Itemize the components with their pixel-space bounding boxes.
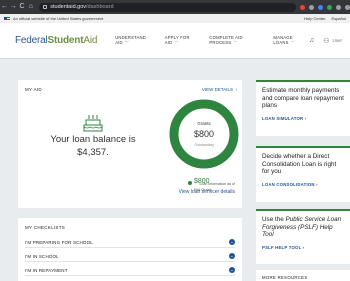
checklist-item[interactable]: I'M IN SCHOOL ⌄ — [25, 251, 235, 262]
notifications-bell-icon[interactable]: ♫ — [309, 37, 314, 44]
nav-apply-for-aid[interactable]: APPLY FOR AID ﹀ — [165, 35, 199, 46]
pslf-card: Use the Public Service Loan Forgiveness … — [256, 209, 350, 264]
nav-understand-aid[interactable]: UNDERSTAND AID ﹀ — [115, 35, 154, 46]
my-aid-card: MY AID VIEW DETAILS › Your loan balance … — [18, 80, 242, 208]
url-host: studentaid.gov — [50, 4, 87, 10]
my-aid-title: MY AID — [25, 87, 42, 92]
site-header: FederalStudentAid UNDERSTAND AID ﹀ APPLY … — [0, 23, 350, 59]
pslf-link[interactable]: PSLF HELP TOOL › — [262, 245, 344, 250]
user-icon: ⚇ — [323, 37, 330, 45]
reload-button[interactable]: C — [18, 0, 27, 14]
more-resources-title: MORE RESOURCES — [262, 275, 308, 280]
extension-icon[interactable] — [317, 4, 323, 10]
fsa-logo[interactable]: FederalStudentAid — [15, 35, 97, 46]
checklists-title: MY CHECKLISTS — [25, 225, 66, 230]
url-path: /dashboard — [86, 4, 114, 10]
consolidation-link[interactable]: LOAN CONSOLIDATION › — [262, 182, 344, 187]
lock-icon — [43, 5, 48, 9]
donut-amount: $800 — [194, 129, 214, 139]
cake-icon — [83, 115, 103, 132]
view-loan-servicer-link[interactable]: View loan servicer details — [179, 189, 235, 195]
address-bar[interactable]: studentaid.gov /dashboard — [39, 2, 296, 12]
home-button[interactable]: ⌂ — [26, 0, 35, 14]
grants-donut-chart: Grants $800 Outstanding — [169, 99, 239, 169]
profile-icon[interactable] — [335, 4, 341, 10]
checklist-item[interactable]: I'M PREPARING FOR SCHOOL ⌄ — [25, 237, 235, 248]
us-flag-icon — [4, 16, 10, 21]
loan-simulator-card: Estimate monthly payments and compare lo… — [256, 80, 350, 136]
user-name: User — [332, 38, 342, 43]
extension-icon[interactable] — [299, 4, 305, 10]
pslf-title: Use the Public Service Loan Forgiveness … — [262, 216, 342, 238]
chevron-down-icon: ⌄ — [229, 239, 235, 245]
gov-banner: An official website of the United States… — [0, 14, 350, 23]
gov-banner-text: An official website of the United States… — [13, 16, 104, 21]
menu-icon[interactable] — [344, 4, 350, 10]
extension-icon[interactable] — [308, 4, 314, 10]
language-link[interactable]: Español — [332, 16, 346, 21]
loan-simulator-link[interactable]: LOAN SIMULATOR › — [262, 116, 344, 121]
nav-manage-loans[interactable]: MANAGE LOANS ﹀ — [273, 35, 309, 46]
forward-button[interactable]: → — [9, 0, 18, 14]
chevron-down-icon: ⌄ — [229, 267, 235, 273]
user-menu[interactable]: ⚇ User — [323, 37, 342, 45]
chevron-down-icon: ⌄ — [229, 253, 235, 259]
consolidation-title: Decide whether a Direct Consolidation Lo… — [262, 153, 337, 175]
main-nav: UNDERSTAND AID ﹀ APPLY FOR AID ﹀ COMPLETE … — [115, 35, 309, 46]
consolidation-card: Decide whether a Direct Consolidation Lo… — [256, 146, 350, 202]
donut-label: Grants — [197, 121, 211, 126]
nav-complete-aid-process[interactable]: COMPLETE AID PROCESS ﹀ — [209, 35, 262, 46]
loan-info-text: Loan information as of — [199, 182, 235, 186]
extension-icon[interactable] — [326, 4, 332, 10]
loan-simulator-title: Estimate monthly payments and compare lo… — [262, 87, 344, 109]
back-button[interactable]: ← — [0, 0, 9, 14]
browser-toolbar: ← → C ⌂ studentaid.gov /dashboard — [0, 0, 350, 14]
legend-dot — [188, 181, 192, 185]
help-center-link[interactable]: Help Center — [304, 16, 325, 21]
loan-balance: Your loan balance is $4,357. — [50, 134, 136, 158]
view-details-link[interactable]: VIEW DETAILS › — [202, 87, 237, 92]
checklist-item[interactable]: I'M IN REPAYMENT ⌄ — [25, 265, 235, 276]
extensions — [299, 4, 350, 10]
donut-sub: Outstanding — [194, 143, 213, 147]
more-resources-card: MORE RESOURCES — [256, 270, 350, 281]
my-checklists-card: MY CHECKLISTS I'M PREPARING FOR SCHOOL ⌄… — [18, 218, 242, 281]
